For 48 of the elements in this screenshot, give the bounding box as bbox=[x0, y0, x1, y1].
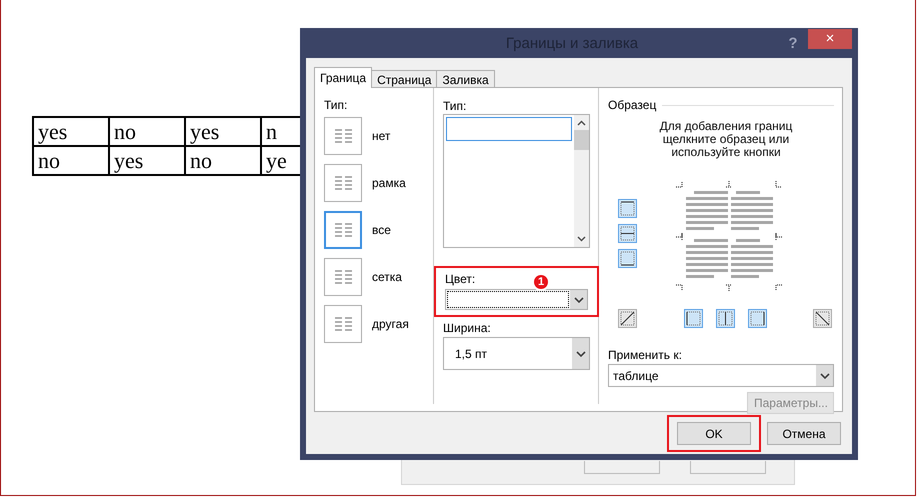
chevron-down-icon bbox=[576, 350, 586, 356]
setting-option-label[interactable]: другая bbox=[372, 317, 409, 331]
setting-label: Тип: bbox=[324, 98, 348, 112]
callout-badge: 1 bbox=[534, 275, 548, 289]
border-button-icon[interactable] bbox=[748, 309, 767, 328]
style-label: Тип: bbox=[443, 99, 466, 113]
border-button-icon[interactable] bbox=[618, 309, 637, 328]
preview-hint: Для добавления границ щелкните образец или используйте кнопки bbox=[658, 120, 794, 159]
table-cell: yes bbox=[109, 146, 185, 175]
border-button-icon[interactable] bbox=[684, 309, 703, 328]
style-list-item[interactable] bbox=[446, 117, 572, 141]
ok-button[interactable]: OK bbox=[677, 422, 751, 445]
color-label: Цвет: bbox=[445, 272, 476, 286]
table-cell: yes bbox=[185, 117, 261, 146]
border-button-icon[interactable] bbox=[716, 309, 735, 328]
table-cell: yes bbox=[33, 117, 109, 146]
preview-label: Образец bbox=[608, 98, 656, 112]
cancel-button[interactable]: Отмена bbox=[767, 422, 841, 445]
table-cell: no bbox=[33, 146, 109, 175]
border-setting-icon[interactable] bbox=[324, 211, 362, 249]
apply-to-label: Применить к: bbox=[608, 348, 682, 362]
tab[interactable]: Заливка bbox=[436, 70, 495, 88]
scrollbar[interactable] bbox=[574, 115, 589, 247]
scrollbar-thumb[interactable] bbox=[574, 130, 589, 150]
close-button[interactable]: × bbox=[808, 28, 852, 48]
border-setting-icon[interactable] bbox=[324, 117, 362, 155]
border-setting-icon[interactable] bbox=[324, 258, 362, 296]
help-button[interactable]: ? bbox=[778, 34, 808, 52]
border-button-icon[interactable] bbox=[618, 199, 637, 218]
border-button-icon[interactable] bbox=[813, 309, 832, 328]
width-dropdown[interactable]: 1,5 пт bbox=[443, 337, 590, 370]
tab[interactable]: Граница bbox=[314, 67, 372, 88]
border-setting-icon[interactable] bbox=[324, 164, 362, 202]
color-dropdown[interactable] bbox=[445, 289, 588, 310]
setting-option-label[interactable]: все bbox=[372, 223, 391, 237]
tab[interactable]: Страница bbox=[371, 70, 438, 88]
table-cell: no bbox=[109, 117, 185, 146]
border-button-icon[interactable] bbox=[618, 224, 637, 243]
width-label: Ширина: bbox=[443, 321, 491, 335]
table-cell: no bbox=[185, 146, 261, 175]
chevron-down-icon bbox=[820, 372, 830, 378]
apply-to-dropdown[interactable]: таблице bbox=[608, 364, 834, 387]
setting-option-label[interactable]: рамка bbox=[372, 176, 406, 190]
setting-option-label[interactable]: нет bbox=[372, 129, 390, 143]
border-setting-icon[interactable] bbox=[324, 305, 362, 343]
chevron-down-icon bbox=[574, 296, 584, 302]
setting-option-label[interactable]: сетка bbox=[372, 270, 402, 284]
border-button-icon[interactable] bbox=[618, 249, 637, 268]
